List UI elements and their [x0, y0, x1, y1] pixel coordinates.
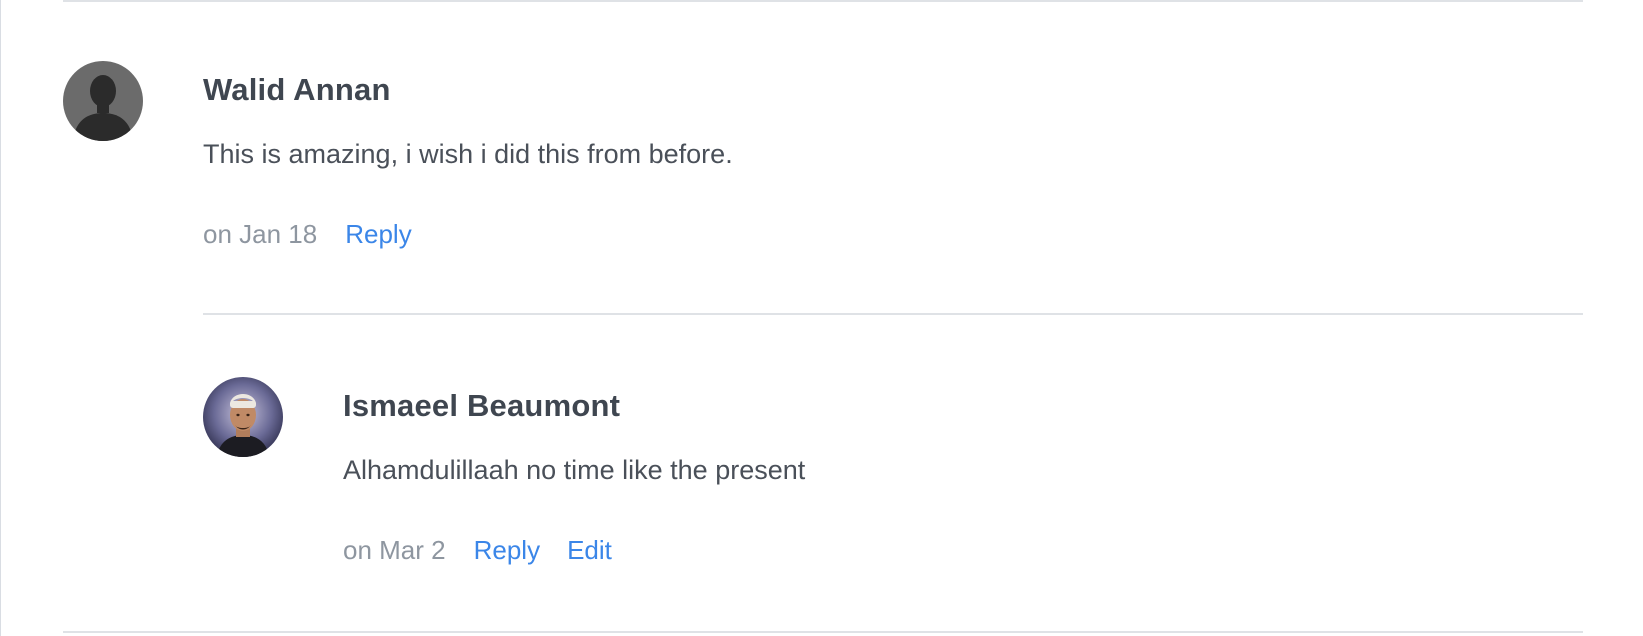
- comment-meta: on Mar 2 Reply Edit: [343, 535, 639, 566]
- comment-date: on Jan 18: [203, 219, 318, 249]
- comment-meta: on Jan 18 Reply: [203, 219, 439, 250]
- avatar[interactable]: [203, 377, 283, 457]
- user-photo-icon: [203, 377, 283, 457]
- reply-button[interactable]: Reply: [474, 535, 540, 566]
- reply-button[interactable]: Reply: [345, 219, 411, 250]
- divider: [63, 0, 1583, 2]
- avatar[interactable]: [63, 61, 143, 141]
- comment-thread: Walid Annan This is amazing, i wish i di…: [0, 0, 1643, 636]
- comment-author[interactable]: Ismaeel Beaumont: [343, 388, 620, 424]
- edit-button[interactable]: Edit: [567, 535, 612, 566]
- comment-text: Alhamdulillaah no time like the present: [343, 455, 806, 485]
- divider: [63, 631, 1583, 633]
- comment-author[interactable]: Walid Annan: [203, 72, 391, 108]
- user-silhouette-icon: [63, 61, 143, 141]
- divider: [203, 313, 1583, 315]
- comment-date: on Mar 2: [343, 535, 446, 565]
- comment-text: This is amazing, i wish i did this from …: [203, 139, 733, 169]
